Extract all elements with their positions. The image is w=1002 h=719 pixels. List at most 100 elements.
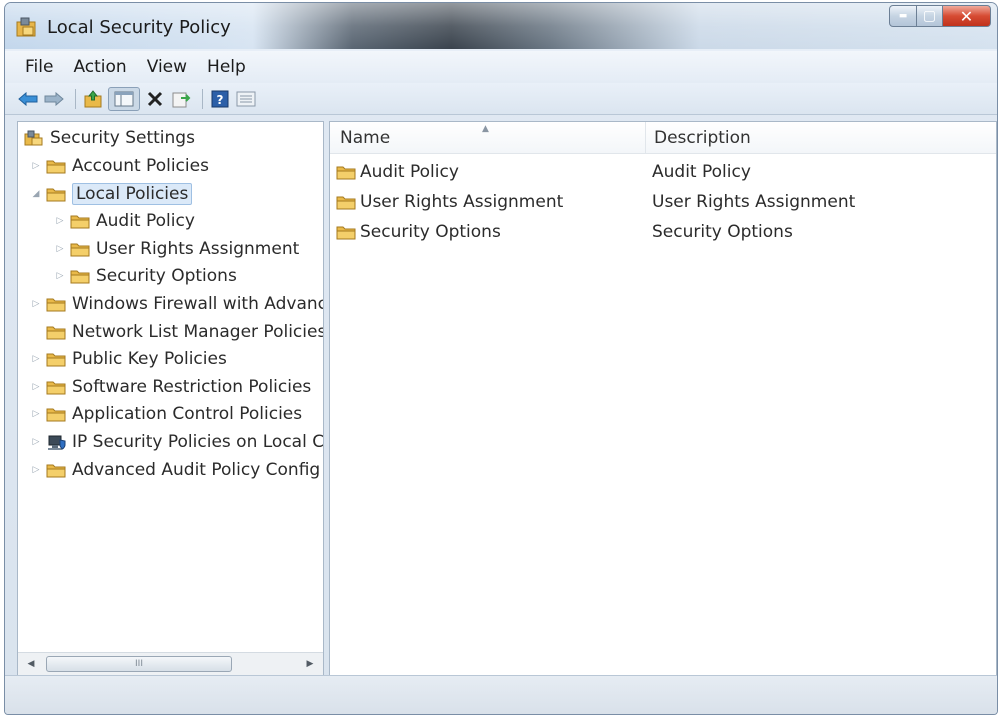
svg-text:?: ? — [217, 93, 224, 107]
delete-button[interactable] — [144, 88, 166, 110]
tree-item[interactable]: ◢ Local Policies — [30, 181, 193, 207]
tree-item[interactable]: ▷ Windows Firewall with Advanc — [30, 291, 323, 317]
help-button[interactable]: ? — [209, 88, 231, 110]
export-list-icon — [172, 92, 191, 107]
back-button[interactable] — [17, 88, 39, 110]
computer-shield-icon — [48, 435, 66, 450]
tree-expander-icon[interactable]: ▷ — [30, 354, 42, 364]
folder-icon — [46, 188, 66, 202]
list-item-description: Security Options — [652, 222, 793, 242]
folder-icon — [46, 298, 66, 312]
list-item-description: User Rights Assignment — [652, 192, 856, 212]
folder-icon — [70, 215, 90, 229]
list-item[interactable]: User Rights Assignment User Rights Assign… — [336, 188, 986, 216]
title-bar[interactable]: Local Security Policy ▬ ▢ ✕ — [5, 3, 997, 49]
column-header-description[interactable]: Description — [646, 122, 996, 154]
minimize-button[interactable]: ▬ — [889, 5, 917, 27]
up-folder-icon — [84, 89, 102, 107]
tree-item-label: Local Policies — [72, 182, 193, 205]
details-pane[interactable]: Name ▲ Description Audit Policy Audit Pol… — [329, 121, 997, 676]
tree-expander-icon[interactable]: ▷ — [54, 216, 66, 226]
status-bar — [5, 675, 997, 714]
column-header-name[interactable]: Name ▲ — [330, 122, 646, 154]
column-name-label: Name — [340, 127, 391, 148]
tree-item-label: Network List Manager Policies — [72, 321, 324, 342]
tree-item-label: Advanced Audit Policy Config — [72, 459, 321, 480]
forward-button[interactable] — [43, 88, 65, 110]
sort-ascending-icon: ▲ — [482, 124, 489, 134]
tree-item-label: Security Options — [96, 266, 237, 287]
tree-expander-icon[interactable]: ▷ — [30, 437, 42, 447]
folder-icon — [336, 196, 356, 210]
list-item[interactable]: Audit Policy Audit Policy — [336, 158, 986, 186]
maximize-icon: ▢ — [922, 8, 937, 24]
main-window: Local Security Policy ▬ ▢ ✕ File Action … — [4, 2, 998, 715]
folder-icon — [46, 326, 66, 340]
tree-item[interactable]: ▷ Software Restriction Policies — [30, 374, 312, 400]
close-button[interactable]: ✕ — [943, 5, 991, 27]
show-hide-console-tree-button[interactable] — [108, 86, 140, 111]
menu-action[interactable]: Action — [73, 57, 126, 77]
horizontal-scrollbar[interactable]: ◀ III ▶ — [18, 652, 323, 675]
folder-icon — [46, 381, 66, 395]
list-item[interactable]: Security Options Security Options — [336, 218, 986, 246]
tree-item[interactable]: Network List Manager Policies — [30, 319, 324, 345]
scrollbar-thumb[interactable]: III — [46, 656, 232, 672]
tree-item-label: IP Security Policies on Local Co — [72, 432, 324, 452]
tree-item-label: User Rights Assignment — [96, 238, 300, 259]
column-description-label: Description — [654, 127, 751, 148]
tree-item-label: Public Key Policies — [72, 349, 227, 370]
delete-icon — [147, 91, 163, 106]
menu-bar: File Action View Help — [5, 51, 997, 83]
window-controls: ▬ ▢ ✕ — [889, 5, 991, 29]
scroll-right-icon[interactable]: ▶ — [303, 657, 317, 671]
security-settings-icon — [24, 130, 43, 146]
tree-item[interactable]: ▷ Account Policies — [30, 153, 209, 179]
toolbar-separator — [202, 88, 203, 109]
list-item-name: Security Options — [360, 222, 501, 242]
tree-expander-icon[interactable]: ▷ — [30, 409, 42, 419]
folder-icon — [70, 270, 90, 284]
menu-file[interactable]: File — [25, 57, 53, 77]
forward-arrow-icon — [44, 91, 64, 106]
tree-item[interactable]: ▷ Application Control Policies — [30, 401, 303, 427]
maximize-button[interactable]: ▢ — [917, 5, 943, 27]
tree-item[interactable]: ▷ Audit Policy — [54, 208, 195, 234]
export-list-button[interactable] — [170, 88, 192, 110]
tree-item[interactable]: ▷ Advanced Audit Policy Config — [30, 457, 321, 483]
folder-icon — [46, 464, 66, 478]
folder-icon — [336, 226, 356, 240]
tree-expander-icon[interactable]: ▷ — [30, 299, 42, 309]
tree-item-label: Account Policies — [72, 156, 209, 176]
tree-expander-icon[interactable]: ▷ — [54, 271, 66, 281]
back-arrow-icon — [18, 91, 38, 106]
tree-expander-icon[interactable]: ▷ — [30, 161, 42, 171]
tree-item-label: Audit Policy — [96, 211, 195, 232]
tree-item-label: Application Control Policies — [72, 404, 303, 425]
tree-expander-icon[interactable]: ▷ — [54, 244, 66, 254]
tree-item[interactable]: ▷ Public Key Policies — [30, 346, 227, 372]
folder-icon — [46, 160, 66, 174]
scroll-left-icon[interactable]: ◀ — [24, 657, 38, 671]
tree-item[interactable]: ▷ IP Security Policies on Local Co — [30, 429, 324, 455]
tree-expander-icon[interactable]: ▷ — [30, 465, 42, 475]
menu-view[interactable]: View — [147, 57, 187, 77]
tree-expander-icon[interactable]: ◢ — [30, 189, 42, 199]
show-hide-console-tree-icon — [114, 91, 134, 106]
window-title: Local Security Policy — [47, 17, 231, 38]
up-one-level-button[interactable] — [82, 88, 104, 110]
minimize-icon: ▬ — [898, 11, 908, 21]
tree-item-security-settings[interactable]: Security Settings — [24, 125, 195, 151]
menu-help[interactable]: Help — [207, 57, 246, 77]
console-tree-pane[interactable]: Security Settings ▷ Account Policies ◢ Loca… — [17, 121, 324, 676]
help-icon: ? — [211, 90, 229, 107]
toolbar-separator — [75, 88, 76, 109]
folder-icon — [46, 353, 66, 367]
tree-expander-icon[interactable]: ▷ — [30, 382, 42, 392]
scrollbar-grip: III — [135, 659, 143, 669]
tree-item[interactable]: ▷ Security Options — [54, 263, 237, 289]
properties-button[interactable] — [235, 88, 257, 110]
tree-item[interactable]: ▷ User Rights Assignment — [54, 236, 300, 262]
list-item-name: Audit Policy — [360, 162, 459, 182]
tree-item-label: Security Settings — [50, 128, 195, 148]
